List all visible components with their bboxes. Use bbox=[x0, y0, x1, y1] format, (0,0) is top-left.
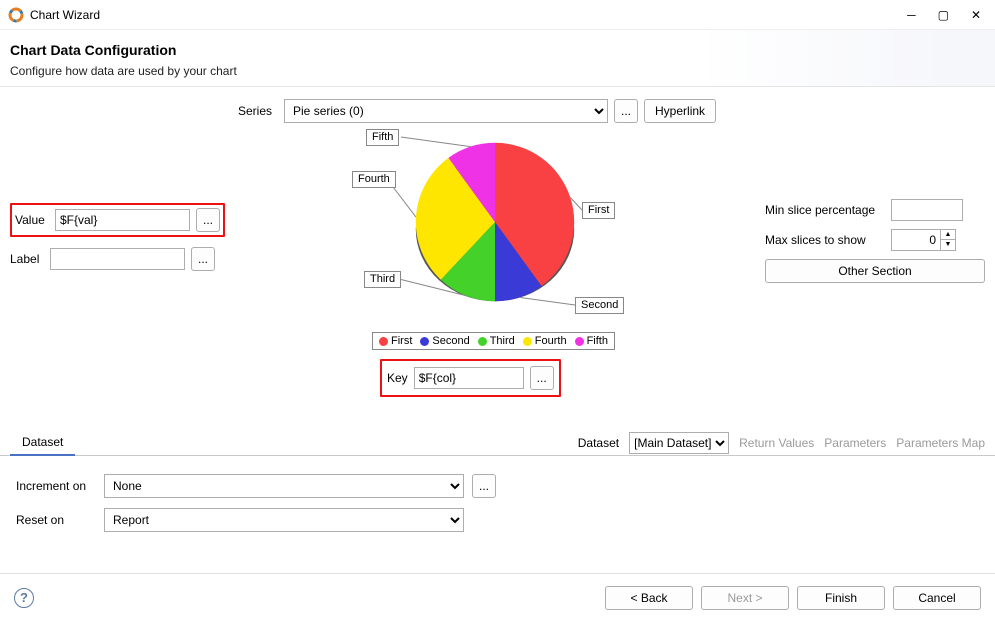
spinner-down-icon[interactable]: ▼ bbox=[941, 240, 955, 250]
legend-item: Fourth bbox=[523, 335, 567, 347]
page-header: Chart Data Configuration Configure how d… bbox=[0, 30, 995, 87]
legend-swatch bbox=[478, 337, 487, 346]
reset-select[interactable]: Report bbox=[104, 508, 464, 532]
parameters-link: Parameters bbox=[824, 436, 886, 450]
max-slices-label: Max slices to show bbox=[765, 233, 885, 247]
series-label: Series bbox=[238, 104, 272, 118]
legend-swatch bbox=[575, 337, 584, 346]
dataset-select[interactable]: [Main Dataset] bbox=[629, 432, 729, 454]
pie-callout: Fourth bbox=[352, 171, 396, 188]
label-input[interactable] bbox=[50, 248, 185, 270]
series-select[interactable]: Pie series (0) bbox=[284, 99, 608, 123]
increment-label: Increment on bbox=[16, 479, 96, 493]
key-highlight: Key ... bbox=[380, 359, 561, 397]
legend-item: First bbox=[379, 335, 412, 347]
return-values-link: Return Values bbox=[739, 436, 814, 450]
legend-item: Third bbox=[478, 335, 515, 347]
maximize-icon[interactable]: ▢ bbox=[938, 8, 949, 22]
pie-callout: Second bbox=[575, 297, 624, 314]
cancel-button[interactable]: Cancel bbox=[893, 586, 981, 610]
legend-swatch bbox=[420, 337, 429, 346]
footer: ? < Back Next > Finish Cancel bbox=[0, 573, 995, 621]
label-more-button[interactable]: ... bbox=[191, 247, 215, 271]
legend-item: Fifth bbox=[575, 335, 608, 347]
close-icon[interactable]: ✕ bbox=[971, 8, 981, 22]
series-row: Series Pie series (0) ... Hyperlink bbox=[238, 99, 716, 123]
dataset-form: Increment on None ... Reset on Report bbox=[0, 460, 995, 546]
pie-legend: First Second Third Fourth Fifth bbox=[372, 332, 615, 350]
max-slices-spinner[interactable]: ▲ ▼ bbox=[891, 229, 956, 251]
pie-callout: Fifth bbox=[366, 129, 399, 146]
legend-item: Second bbox=[420, 335, 469, 347]
other-section-button[interactable]: Other Section bbox=[765, 259, 985, 283]
right-options: Min slice percentage Max slices to show … bbox=[765, 199, 985, 283]
help-icon[interactable]: ? bbox=[14, 588, 34, 608]
min-pct-input[interactable] bbox=[891, 199, 963, 221]
increment-select[interactable]: None bbox=[104, 474, 464, 498]
spinner-up-icon[interactable]: ▲ bbox=[941, 230, 955, 240]
value-highlight: Value ... bbox=[10, 203, 225, 237]
dataset-bar: Dataset [Main Dataset] Return Values Par… bbox=[578, 432, 985, 454]
value-more-button[interactable]: ... bbox=[196, 208, 220, 232]
tab-dataset[interactable]: Dataset bbox=[10, 431, 75, 456]
key-label: Key bbox=[387, 371, 408, 385]
window-title: Chart Wizard bbox=[30, 8, 907, 22]
titlebar: Chart Wizard ─ ▢ ✕ bbox=[0, 0, 995, 30]
max-slices-input[interactable] bbox=[891, 229, 941, 251]
page-title: Chart Data Configuration bbox=[10, 42, 985, 58]
next-button: Next > bbox=[701, 586, 789, 610]
parameters-map-link: Parameters Map bbox=[896, 436, 985, 450]
increment-more-button[interactable]: ... bbox=[472, 474, 496, 498]
label-label: Label bbox=[10, 252, 44, 266]
value-input[interactable] bbox=[55, 209, 190, 231]
pie-preview: First Second Third Fourth Fifth First Second T… bbox=[350, 127, 640, 457]
min-pct-label: Min slice percentage bbox=[765, 203, 885, 217]
key-input[interactable] bbox=[414, 367, 524, 389]
minimize-icon[interactable]: ─ bbox=[907, 8, 916, 22]
page-subtitle: Configure how data are used by your char… bbox=[10, 64, 985, 78]
key-more-button[interactable]: ... bbox=[530, 366, 554, 390]
reset-label: Reset on bbox=[16, 513, 96, 527]
value-label: Value bbox=[15, 213, 49, 227]
back-button[interactable]: < Back bbox=[605, 586, 693, 610]
legend-swatch bbox=[523, 337, 532, 346]
legend-swatch bbox=[379, 337, 388, 346]
pie-callout: First bbox=[582, 202, 615, 219]
hyperlink-button[interactable]: Hyperlink bbox=[644, 99, 716, 123]
pie-callout: Third bbox=[364, 271, 401, 288]
dataset-label: Dataset bbox=[578, 436, 619, 450]
series-more-button[interactable]: ... bbox=[614, 99, 638, 123]
finish-button[interactable]: Finish bbox=[797, 586, 885, 610]
app-icon bbox=[8, 7, 24, 23]
left-fields: Value ... Label ... bbox=[10, 203, 225, 271]
